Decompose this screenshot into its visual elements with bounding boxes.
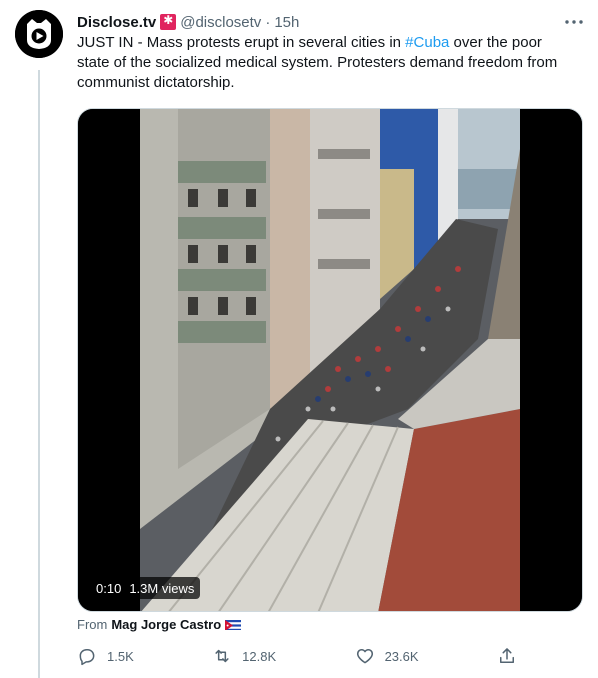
- attribution-prefix: From: [77, 617, 108, 632]
- avatar[interactable]: [15, 10, 63, 58]
- retweet-button[interactable]: 12.8K: [212, 646, 276, 666]
- attribution-name[interactable]: Mag Jorge Castro: [111, 617, 221, 632]
- media-attribution: From Mag Jorge Castro: [77, 617, 242, 632]
- reply-button[interactable]: 1.5K: [77, 646, 134, 666]
- user-handle[interactable]: @disclosetv: [180, 14, 261, 31]
- cuba-flag-icon: [225, 619, 242, 630]
- tweet-header: Disclose.tv @disclosetv · 15h: [77, 12, 299, 32]
- like-button[interactable]: 23.6K: [355, 646, 419, 666]
- timestamp[interactable]: 15h: [274, 14, 299, 31]
- share-button[interactable]: [497, 646, 517, 666]
- retweet-icon: [215, 649, 229, 663]
- action-bar: 1.5K 12.8K 23.6K: [77, 645, 517, 667]
- video-stats-pill: 0:10 1.3M views: [90, 577, 201, 599]
- reply-icon: [79, 649, 95, 666]
- hashtag-link[interactable]: #Cuba: [405, 34, 449, 51]
- logo-avatar-icon: [15, 10, 63, 58]
- video-duration: 0:10: [96, 580, 122, 596]
- like-count: 23.6K: [384, 648, 419, 664]
- tweet-text: JUST IN - Mass protests erupt in several…: [77, 33, 577, 93]
- more-icon[interactable]: [564, 12, 584, 32]
- reply-count: 1.5K: [107, 648, 134, 664]
- share-icon: [499, 648, 514, 663]
- retweet-count: 12.8K: [242, 648, 277, 664]
- siren-badge-icon: [160, 13, 177, 30]
- like-icon: [356, 649, 373, 664]
- tweet-text-start: JUST IN - Mass protests erupt in several…: [77, 34, 406, 51]
- video-frame: [78, 109, 582, 611]
- video-views: 1.3M views: [129, 580, 195, 596]
- separator-dot: ·: [265, 13, 271, 31]
- thread-line: [38, 70, 40, 678]
- video-player[interactable]: 0:10 1.3M views: [77, 108, 583, 612]
- display-name[interactable]: Disclose.tv: [77, 14, 156, 31]
